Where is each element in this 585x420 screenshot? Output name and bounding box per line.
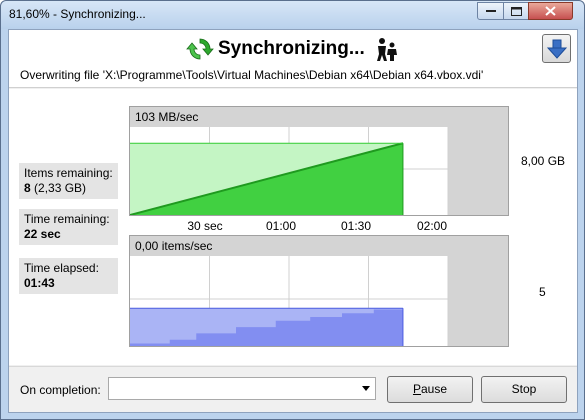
sync-icon [186, 38, 214, 60]
page-title: Synchronizing... [218, 38, 365, 59]
people-icon [377, 38, 397, 61]
data-rate-graph: 103 MB/sec [129, 106, 509, 216]
data-total-label: 8,00 GB [521, 154, 566, 168]
on-completion-dropdown[interactable] [108, 377, 376, 400]
collapse-button[interactable] [542, 34, 571, 63]
time-tick: 01:30 [340, 219, 372, 233]
items-remaining-label: Items remaining: [24, 166, 113, 180]
current-file-status: Overwriting file 'X:\Programme\Tools\Vir… [20, 68, 484, 82]
pause-button-label: Pause [412, 382, 448, 396]
items-total-label: 5 [539, 285, 546, 299]
data-rate-label: 103 MB/sec [135, 110, 199, 124]
items-remaining-box: Items remaining: 8 (2,33 GB) [19, 163, 118, 199]
minimize-button[interactable] [477, 2, 504, 20]
time-tick: 30 sec [187, 219, 223, 233]
maximize-icon [510, 6, 522, 16]
time-elapsed-label: Time elapsed: [24, 261, 99, 275]
on-completion-label: On completion: [20, 383, 101, 397]
title-bar[interactable]: 81,60% - Synchronizing... [1, 1, 584, 29]
time-remaining-box: Time remaining: 22 sec [19, 209, 118, 245]
sync-window: 81,60% - Synchronizing... Synchronizing.… [0, 0, 585, 420]
time-tick: 02:00 [416, 219, 448, 233]
stop-button-label: Stop [511, 382, 537, 396]
items-remaining-size: (2,33 GB) [34, 181, 87, 195]
header-panel: Synchronizing... Overwriting file 'X:\Pr… [9, 30, 577, 88]
item-rate-label: 0,00 items/sec [135, 239, 213, 253]
close-button[interactable] [528, 2, 573, 20]
item-rate-graph: 0,00 items/sec [129, 235, 509, 347]
footer-panel: On completion: Pause Stop [9, 366, 577, 412]
items-remaining-value: 8 [24, 181, 31, 195]
maximize-button[interactable] [503, 2, 529, 20]
client-area: Synchronizing... Overwriting file 'X:\Pr… [8, 29, 578, 413]
stop-button[interactable]: Stop [481, 376, 567, 403]
pause-button[interactable]: Pause [387, 376, 473, 403]
window-title: 81,60% - Synchronizing... [9, 7, 146, 21]
time-tick: 01:00 [265, 219, 297, 233]
minimize-icon [485, 10, 496, 12]
progress-panel: Items remaining: 8 (2,33 GB) Time remain… [9, 89, 577, 365]
time-remaining-value: 22 sec [24, 227, 61, 241]
chevron-down-icon [362, 386, 370, 391]
close-icon [545, 6, 556, 16]
time-elapsed-value: 01:43 [24, 276, 55, 290]
arrow-down-icon [546, 39, 567, 59]
time-remaining-label: Time remaining: [24, 212, 110, 226]
time-elapsed-box: Time elapsed: 01:43 [19, 258, 118, 294]
